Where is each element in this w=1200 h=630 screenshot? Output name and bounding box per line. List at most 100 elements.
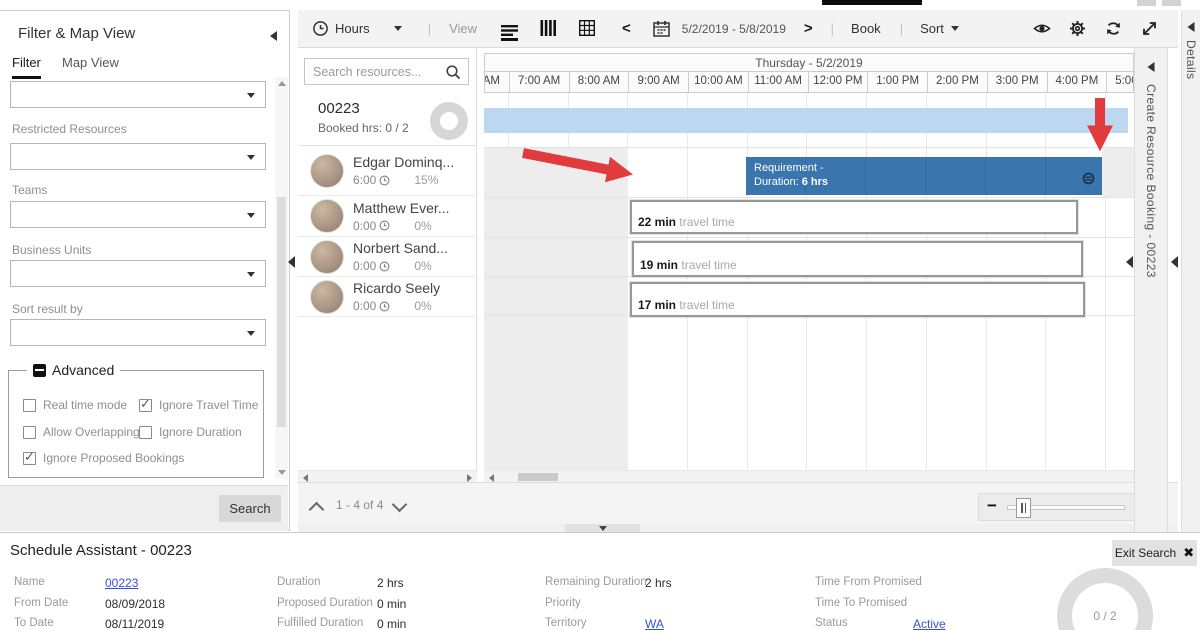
hour-cell: 12:00 PM xyxy=(808,72,868,92)
zoom-out-button[interactable]: − xyxy=(987,496,997,516)
resource-list-hscrollbar[interactable] xyxy=(298,470,477,482)
tab-map-view[interactable]: Map View xyxy=(62,55,119,76)
hours-scale-button[interactable]: Hours xyxy=(335,21,370,36)
zoom-slider-track[interactable] xyxy=(1007,505,1125,510)
sort-button[interactable]: Sort xyxy=(920,21,944,36)
scroll-left-icon[interactable] xyxy=(489,474,494,482)
previous-period-button[interactable]: < xyxy=(622,20,631,37)
hours-dropdown-caret-icon[interactable] xyxy=(394,26,402,31)
zoom-slider-thumb[interactable] xyxy=(1016,498,1031,518)
expand-pane-icon[interactable] xyxy=(1148,62,1155,72)
advanced-label: Advanced xyxy=(52,362,114,378)
hour-cell: 7:00 AM xyxy=(509,72,569,92)
scrollbar-thumb[interactable] xyxy=(277,197,286,427)
resource-search-input[interactable] xyxy=(313,60,443,83)
resource-row-norbert[interactable]: Norbert Sand... 0:00 0% xyxy=(298,237,476,277)
characteristics-dropdown[interactable] xyxy=(10,81,266,108)
resource-list-panel: 00223 Booked hrs: 0 / 2 Edgar Dominq... … xyxy=(298,48,477,470)
settings-gear-icon[interactable] xyxy=(1069,20,1086,37)
requirement-name: 00223 xyxy=(318,100,360,117)
tab-details[interactable]: Details xyxy=(1181,10,1200,540)
ignore-proposed-bookings-checkbox[interactable] xyxy=(23,452,36,465)
travel-time-slot[interactable]: 17 min travel time xyxy=(630,282,1085,317)
tab-filter[interactable]: Filter xyxy=(12,55,41,79)
column-view-icon[interactable] xyxy=(540,20,557,37)
date-range-label[interactable]: 5/2/2019 - 5/8/2019 xyxy=(682,22,786,36)
expand-fullscreen-icon[interactable] xyxy=(1141,20,1158,37)
requirement-booked-hours: Booked hrs: 0 / 2 xyxy=(318,121,409,135)
gantt-hscrollbar[interactable] xyxy=(484,470,1134,482)
hour-cell: 8:00 AM xyxy=(569,72,629,92)
avatar xyxy=(310,199,344,233)
resource-row-matthew[interactable]: Matthew Ever... 0:00 0% xyxy=(298,196,476,237)
allow-overlapping-checkbox[interactable] xyxy=(23,426,36,439)
duration-value: 2 hrs xyxy=(377,576,404,590)
expand-pane-icon[interactable] xyxy=(1188,22,1195,32)
grid-view-icon[interactable] xyxy=(579,20,596,37)
hour-cell: 2:00 PM xyxy=(927,72,987,92)
clock-icon xyxy=(379,220,390,231)
exit-search-button[interactable]: Exit Search ✖ xyxy=(1112,540,1197,566)
allow-overlapping-label: Allow Overlapping xyxy=(43,425,140,439)
tab-create-resource-booking[interactable]: Create Resource Booking - 00223 xyxy=(1134,48,1168,535)
close-icon: ✖ xyxy=(1183,545,1194,561)
resource-row-edgar[interactable]: Edgar Dominq... 6:00 15% xyxy=(298,146,476,196)
hour-cell: 3:00 PM xyxy=(987,72,1047,92)
scroll-down-icon[interactable] xyxy=(278,470,286,475)
restricted-resources-dropdown[interactable] xyxy=(10,143,266,170)
resource-utilization-pct: 0% xyxy=(414,299,431,313)
book-button[interactable]: Book xyxy=(851,21,881,36)
collapse-advanced-icon[interactable] xyxy=(33,364,46,377)
real-time-mode-checkbox[interactable] xyxy=(23,399,36,412)
travel-time-slot[interactable]: 19 min travel time xyxy=(632,241,1083,277)
teams-dropdown[interactable] xyxy=(10,201,266,228)
hour-cell: 10:00 AM xyxy=(688,72,748,92)
refresh-icon[interactable] xyxy=(1105,20,1122,37)
sort-dropdown-caret-icon[interactable] xyxy=(951,26,959,31)
search-button[interactable]: Search xyxy=(219,495,281,522)
filter-scrollbar[interactable] xyxy=(275,77,288,479)
details-tab-label: Details xyxy=(1184,40,1198,79)
name-value-link[interactable]: 00223 xyxy=(105,576,138,590)
gantt-area[interactable]: Requirement - Duration: 6 hrs 22 min tra… xyxy=(484,93,1134,470)
priority-label: Priority xyxy=(545,597,581,609)
scroll-left-icon[interactable] xyxy=(303,474,308,482)
requirement-duration-label: Duration: xyxy=(754,176,799,188)
travel-time-slot[interactable]: 22 min travel time xyxy=(630,200,1078,234)
sort-result-by-dropdown[interactable] xyxy=(10,319,266,346)
territory-value-link[interactable]: WA xyxy=(645,617,664,630)
ignore-travel-time-checkbox[interactable] xyxy=(139,399,152,412)
visibility-eye-icon[interactable] xyxy=(1033,20,1050,37)
resource-utilization-pct: 0% xyxy=(414,219,431,233)
collapse-panel-icon[interactable] xyxy=(270,31,277,41)
filter-panel-title: Filter & Map View xyxy=(18,25,135,42)
scroll-right-icon[interactable] xyxy=(467,474,472,482)
collapse-gantt-edge-handle[interactable] xyxy=(1126,256,1133,268)
search-icon[interactable] xyxy=(445,64,462,81)
resource-name: Matthew Ever... xyxy=(353,200,449,216)
clock-icon xyxy=(379,261,390,272)
proposed-duration-value: 0 min xyxy=(377,597,406,611)
status-value-link[interactable]: Active xyxy=(913,617,946,630)
requirement-booking-bar[interactable]: Requirement - Duration: 6 hrs xyxy=(746,157,1102,195)
calendar-icon[interactable] xyxy=(653,20,670,37)
requirement-summary-row[interactable]: 00223 Booked hrs: 0 / 2 xyxy=(298,96,476,146)
scrollbar-thumb[interactable] xyxy=(518,473,558,481)
browser-artifact-tab xyxy=(1162,0,1181,6)
ignore-duration-checkbox[interactable] xyxy=(139,426,152,439)
schedule-toolbar: Hours | View < 5/2/2019 - 5/8/2019 > | B… xyxy=(298,10,1178,48)
list-view-icon[interactable] xyxy=(501,24,518,41)
next-period-button[interactable]: > xyxy=(804,20,813,37)
scroll-up-icon[interactable] xyxy=(278,81,286,86)
collapse-details-edge-handle[interactable] xyxy=(1171,256,1178,268)
page-up-icon[interactable] xyxy=(309,502,325,518)
business-units-dropdown[interactable] xyxy=(10,260,266,287)
page-down-icon[interactable] xyxy=(392,497,408,513)
resource-name: Norbert Sand... xyxy=(353,240,448,256)
clock-icon xyxy=(379,175,390,186)
hour-header-row: 6:00 AM 7:00 AM 8:00 AM 9:00 AM 10:00 AM… xyxy=(485,72,1133,92)
collapse-filter-edge-handle[interactable] xyxy=(288,256,295,268)
resource-row-ricardo[interactable]: Ricardo Seely 0:00 0% xyxy=(298,277,476,317)
schedule-assistant-panel: Schedule Assistant - 00223 Exit Search ✖… xyxy=(0,532,1200,630)
splitter-handle[interactable] xyxy=(565,524,640,532)
